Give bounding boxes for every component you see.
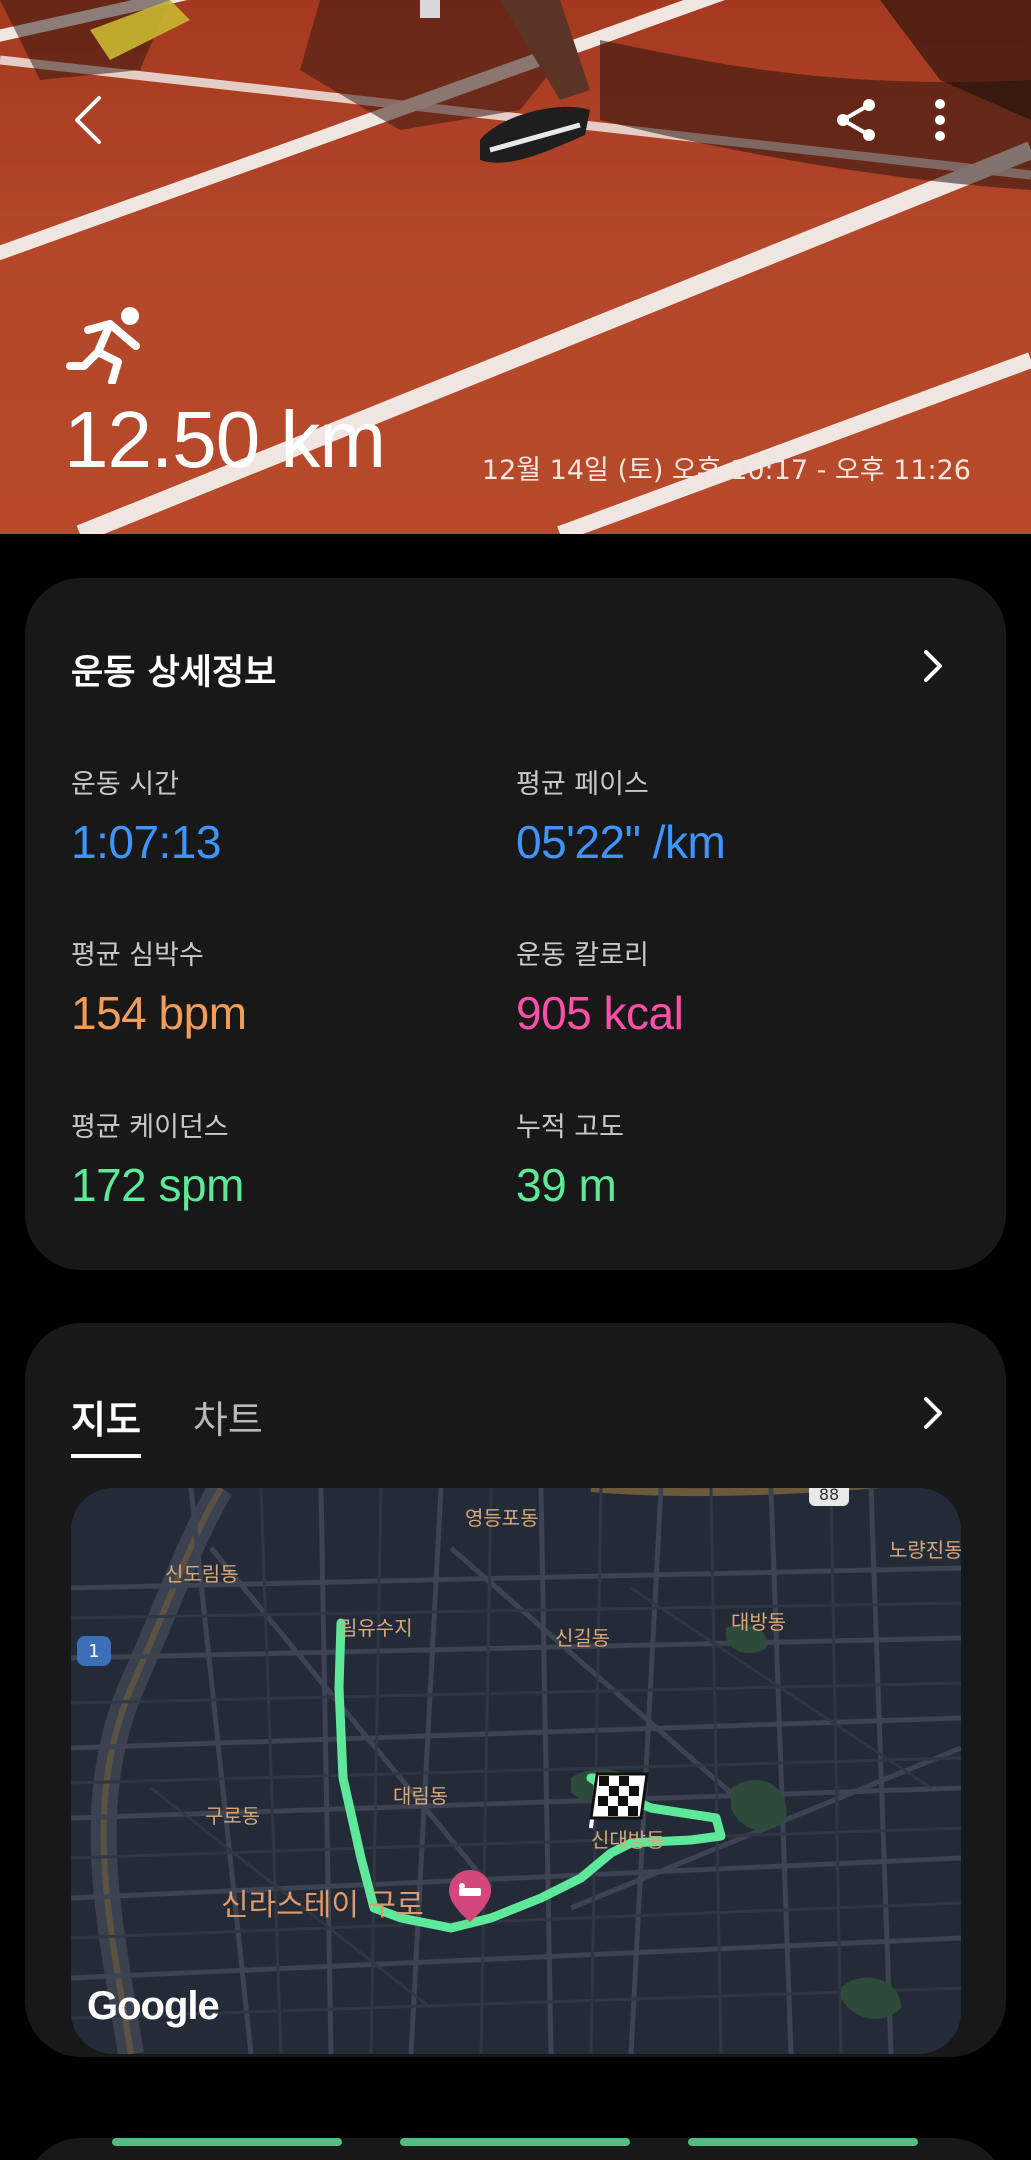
hero-banner: 12.50 km 12월 14일 (토) 오후 10:17 - 오후 11:26	[0, 0, 1031, 534]
stat-pace: 평균 페이스 05'22" /km	[516, 762, 726, 869]
segment-bar	[400, 2138, 630, 2146]
map-chart-tabs: 지도 차트	[71, 1389, 263, 1458]
map-label: 노량진동	[889, 1538, 961, 1562]
running-icon	[66, 307, 140, 384]
stat-calories: 운동 칼로리 905 kcal	[516, 933, 684, 1040]
stat-value: 39 m	[516, 1159, 617, 1211]
map-card: 지도 차트 1 88 영등포동 신도림동 림유수지 신길동 대방동 노량진동 구…	[25, 1323, 1006, 2057]
map-label: 대림동	[393, 1784, 449, 1808]
stat-label: 누적 고도	[516, 1112, 624, 1143]
finish-flag-icon	[589, 1772, 649, 1829]
hotel-label: 신라스테이 구로	[221, 1888, 424, 1923]
route-map[interactable]: 1 88 영등포동 신도림동 림유수지 신길동 대방동 노량진동 구로동 대림동…	[71, 1488, 961, 2054]
map-label: 영등포동	[465, 1506, 539, 1530]
map-label: 대방동	[731, 1610, 787, 1634]
back-button[interactable]	[48, 80, 128, 160]
segment-bar	[112, 2138, 342, 2146]
back-icon	[75, 96, 101, 144]
stat-value: 05'22" /km	[516, 816, 726, 868]
tab-map[interactable]: 지도	[71, 1389, 141, 1458]
chevron-right-icon[interactable]	[916, 1395, 950, 1431]
more-options-button[interactable]	[900, 80, 980, 160]
share-button[interactable]	[817, 80, 897, 160]
stat-value: 154 bpm	[71, 987, 247, 1039]
map-label: 구로동	[205, 1804, 261, 1828]
stat-cadence: 평균 케이던스 172 spm	[71, 1105, 244, 1212]
chevron-right-icon[interactable]	[916, 648, 950, 684]
route-88-badge: 88	[809, 1488, 849, 1506]
tab-chart[interactable]: 차트	[193, 1389, 263, 1458]
stat-heart-rate: 평균 심박수 154 bpm	[71, 933, 247, 1040]
map-label: 림유수지	[339, 1616, 413, 1640]
stat-label: 평균 케이던스	[71, 1112, 229, 1143]
segment-bar	[688, 2138, 918, 2146]
stat-value: 1:07:13	[71, 816, 221, 868]
stat-label: 운동 시간	[71, 769, 179, 800]
stat-duration: 운동 시간 1:07:13	[71, 762, 221, 869]
route-1-badge: 1	[77, 1636, 111, 1666]
more-icon	[935, 99, 945, 141]
total-distance: 12.50 km	[64, 395, 386, 484]
stat-elevation: 누적 고도 39 m	[516, 1105, 624, 1212]
stat-value: 172 spm	[71, 1159, 244, 1211]
google-attribution: Google	[87, 1984, 220, 2028]
stat-label: 평균 심박수	[71, 940, 204, 971]
hotel-pin-icon[interactable]	[447, 1868, 493, 1924]
workout-details-card[interactable]: 운동 상세정보 운동 시간 1:07:13 평균 페이스 05'22" /km …	[25, 578, 1006, 1270]
workout-datetime: 12월 14일 (토) 오후 10:17 - 오후 11:26	[481, 455, 971, 486]
stat-value: 905 kcal	[516, 987, 684, 1039]
stat-label: 운동 칼로리	[516, 940, 649, 971]
stat-label: 평균 페이스	[516, 769, 649, 800]
map-label: 신길동	[555, 1626, 611, 1650]
share-icon	[837, 99, 875, 141]
card-title: 운동 상세정보	[71, 653, 277, 693]
map-label: 신도림동	[165, 1562, 239, 1586]
